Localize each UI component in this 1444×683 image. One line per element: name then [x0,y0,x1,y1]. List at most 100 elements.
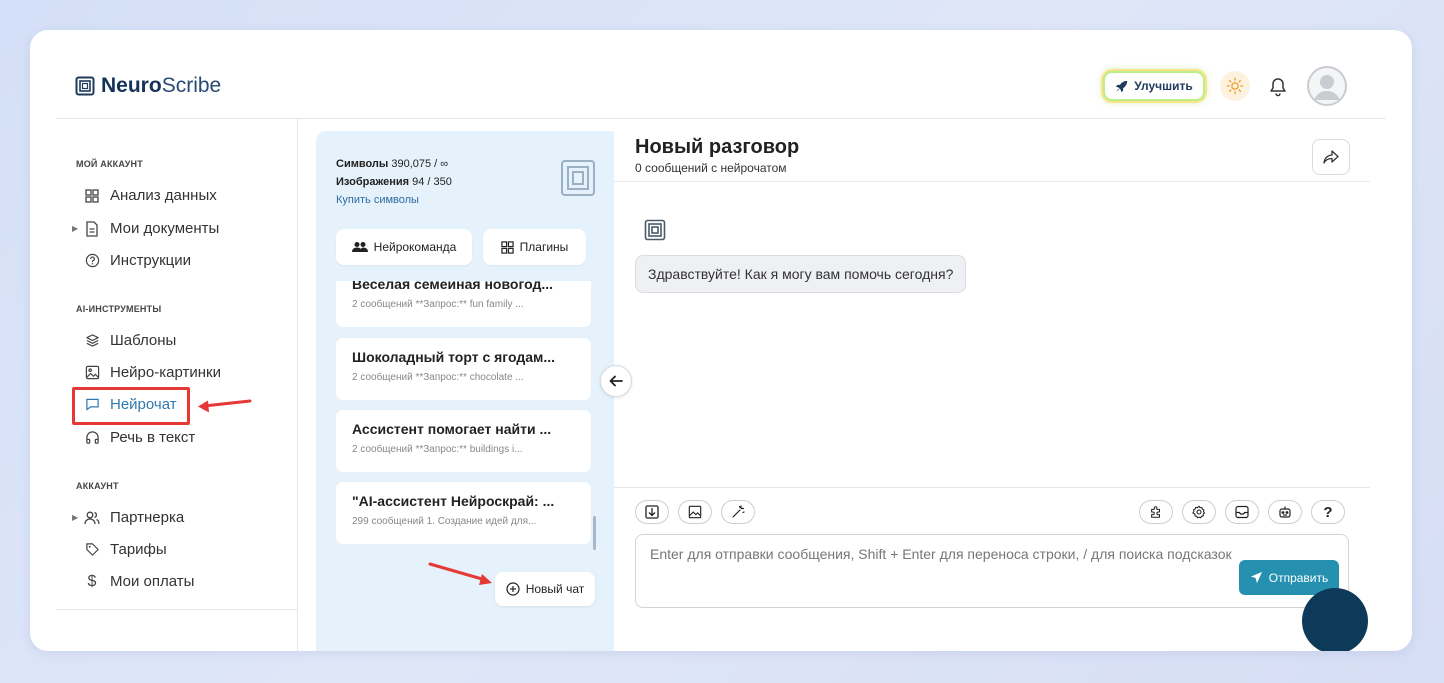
sidebar-item-my-payments[interactable]: $ Мои оплаты [84,572,195,591]
expand-caret-icon[interactable]: ▶ [72,513,78,522]
chat-summary: 2 сообщений **Запрос:** chocolate ... [352,372,524,383]
neurochat-highlight-box [72,387,190,425]
plus-circle-icon [506,582,520,596]
upgrade-label: Улучшить [1134,79,1193,93]
sidebar-item-partners[interactable]: ▶ Партнерка [72,509,185,526]
sidebar-item-my-documents[interactable]: ▶ Мои документы [72,220,220,237]
list-item[interactable]: Шоколадный торт с ягодам... 2 сообщений … [336,338,591,400]
avatar[interactable] [1307,66,1347,106]
image-icon [84,365,100,381]
tag-icon [84,542,100,558]
chat-title-heading: Новый разговор [635,136,800,158]
gear-icon [1192,505,1206,519]
app-window: NeuroScribe Улучшить МОЙ АККАУНТ Анализ … [30,30,1412,651]
annotation-arrow-new-chat [428,562,492,585]
inbox-button[interactable] [1225,500,1259,524]
message-input-placeholder: Enter для отправки сообщения, Shift + En… [650,546,1232,562]
assistant-logo-icon [644,219,666,241]
chat-message-count: 0 сообщений с нейрочатом [635,161,787,175]
chat-summary: 2 сообщений **Запрос:** buildings i... [352,444,523,455]
plugins-label: Плагины [519,240,569,254]
upgrade-button[interactable]: Улучшить [1103,71,1205,101]
image-icon [688,505,702,519]
help-circle-icon [84,253,100,269]
headphones-icon [84,430,100,446]
sidebar: МОЙ АККАУНТ Анализ данных ▶ Мои документ… [56,119,298,651]
chat-title: "AI-ассистент Нейроскрай: ... [352,493,555,509]
chat-list-scrollbar[interactable] [593,516,596,550]
symbols-value: 390,075 / ∞ [391,158,449,170]
sidebar-item-data-analysis[interactable]: Анализ данных [84,187,217,204]
magic-wand-button[interactable] [721,500,755,524]
team-icon [351,242,368,252]
list-item[interactable]: "AI-ассистент Нейроскрай: ... 299 сообще… [336,482,591,544]
support-chat-button[interactable] [1302,588,1368,651]
top-bar: NeuroScribe Улучшить [30,30,1412,118]
composer: ? Enter для отправки сообщения, Shift + … [614,487,1370,651]
bot-settings-button[interactable] [1268,500,1302,524]
chat-summary: 299 сообщений 1. Создание идей для... [352,516,537,527]
section-title-my-account: МОЙ АККАУНТ [76,159,143,169]
neuro-team-button[interactable]: Нейрокоманда [336,229,472,265]
logo-rest-text: Scribe [161,74,222,97]
list-item[interactable]: Веселая семейная новогод... 2 сообщений … [336,281,591,327]
upload-file-button[interactable] [635,500,669,524]
share-button[interactable] [1312,139,1350,175]
attach-image-button[interactable] [678,500,712,524]
sidebar-bottom-divider [56,609,298,610]
panel-logo-icon [561,160,595,196]
annotation-arrow-neurochat-icon [198,399,252,413]
sidebar-item-speech-to-text[interactable]: Речь в текст [84,429,195,446]
sidebar-item-label: Мои оплаты [110,573,195,590]
expand-caret-icon[interactable]: ▶ [72,224,78,233]
chat-summary: 2 сообщений **Запрос:** fun family ... [352,299,524,310]
theme-toggle-button[interactable] [1220,71,1250,101]
sidebar-item-neuro-images[interactable]: Нейро-картинки [84,364,221,381]
sidebar-item-label: Шаблоны [110,332,177,349]
sidebar-item-label: Анализ данных [110,187,217,204]
plugins-toolbar-button[interactable] [1139,500,1173,524]
notifications-button[interactable] [1266,74,1290,100]
help-button[interactable]: ? [1311,500,1345,524]
images-value: 94 / 350 [412,176,452,188]
plugins-button[interactable]: Плагины [483,229,586,265]
sidebar-item-label: Инструкции [110,252,192,269]
users-icon [84,510,100,526]
share-icon [1323,150,1339,164]
assistant-message-bubble: Здравствуйте! Как я могу вам помочь сего… [635,255,967,293]
chat-title: Ассистент помогает найти ... [352,421,552,437]
magic-wand-icon [732,505,745,518]
chat-main: Новый разговор 0 сообщений с нейрочатом … [614,131,1370,651]
sidebar-item-tariffs[interactable]: Тарифы [84,541,167,558]
rocket-icon [1116,80,1128,92]
user-avatar-icon [1307,66,1347,106]
logo-bold-text: Neuro [101,74,162,97]
list-item[interactable]: Ассистент помогает найти ... 2 сообщений… [336,410,591,472]
logo-icon [75,76,95,96]
new-chat-label: Новый чат [525,582,585,596]
upload-icon [645,505,659,519]
dollar-icon: $ [87,572,97,590]
sidebar-item-instructions[interactable]: Инструкции [84,252,191,269]
robot-icon [1279,506,1291,518]
puzzle-icon [1151,506,1161,518]
usage-stats: Символы 390,075 / ∞ Изображения 94 / 350… [336,155,452,209]
new-chat-button[interactable]: Новый чат [495,572,595,606]
send-label: Отправить [1268,570,1329,585]
settings-button[interactable] [1182,500,1216,524]
sidebar-item-label: Тарифы [110,541,167,558]
logo[interactable]: NeuroScribe [75,74,221,98]
buy-symbols-link[interactable]: Купить символы [336,191,452,209]
chat-title: Веселая семейная новогод... [352,281,554,292]
question-mark-icon: ? [1323,503,1333,521]
grid-icon [84,188,100,204]
chat-header-divider [614,181,1370,182]
sidebar-item-label: Партнерка [110,509,185,526]
sidebar-item-templates[interactable]: Шаблоны [84,332,176,349]
symbols-label: Символы [336,158,389,170]
sidebar-item-label: Мои документы [110,220,220,237]
grid-icon [500,240,514,254]
inbox-icon [1235,505,1249,519]
neuro-team-label: Нейрокоманда [373,240,457,254]
sidebar-item-label: Нейро-картинки [110,364,221,381]
